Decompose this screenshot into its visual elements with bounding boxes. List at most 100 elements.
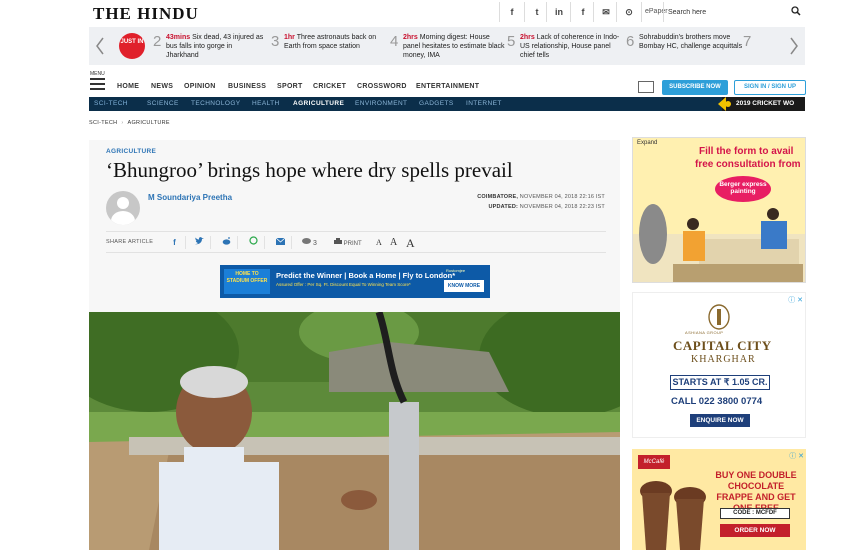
article-updated: UPDATED: NOVEMBER 04, 2018 22:23 IST [488,204,605,210]
frappe-cups-image [640,481,706,550]
breadcrumb-sci-tech[interactable]: SCI-TECH [89,120,117,126]
article-headline: ‘Bhungroo’ brings hope where dry spells … [106,158,513,182]
app-icon[interactable]: ⊙ [616,2,641,22]
section-subnav [89,97,735,111]
ad-know-more-button[interactable]: KNOW MORE [444,280,484,292]
ticker-headline: Three astronauts back on Earth from spac… [284,34,377,50]
subnav-internet[interactable]: INTERNET [466,100,502,107]
subnav-gadgets[interactable]: GADGETS [419,100,454,107]
flipboard-icon[interactable]: f [570,2,595,22]
news-ticker: JUST IN 2 43mins Six dead, 43 injured as… [89,27,805,65]
cricket-tag-label: 2019 CRICKET WO [736,100,795,107]
ad-choices-icon[interactable]: ⓘ ✕ [789,451,804,461]
ad2-enquire-button[interactable]: ENQUIRE NOW [690,414,750,427]
ad-choices-icon[interactable]: ⓘ ✕ [788,295,803,305]
breadcrumb-agriculture[interactable]: AGRICULTURE [128,120,170,126]
print-icon [334,238,342,244]
sidebar-ad-berger[interactable]: Expand Fill the form to avail free consu… [632,137,806,283]
ticker-item[interactable]: 2 43mins Six dead, 43 injured as bus fal… [153,31,273,63]
author-name[interactable]: M Soundariya Preetha [148,193,232,202]
nav-news[interactable]: NEWS [151,83,173,90]
font-size-medium[interactable]: A [390,237,397,248]
ticker-number: 5 [507,33,516,50]
menu-label: MENU [90,71,105,77]
share-whatsapp-icon[interactable] [243,236,265,249]
nav-business[interactable]: BUSINESS [228,83,266,90]
ticker-number: 2 [153,33,162,50]
comments-link[interactable]: 3 [302,238,317,247]
epaper-icon[interactable] [638,81,654,93]
subscribe-button[interactable]: SUBSCRIBE NOW [662,80,728,95]
signin-button[interactable]: SIGN IN / SIGN UP [734,80,806,95]
ad2-phone: CALL 022 3800 0774 [671,396,763,407]
ticker-item[interactable]: 6 Sohrabuddin's brothers move Bombay HC,… [626,31,746,63]
hamburger-menu-icon[interactable] [90,78,105,90]
share-twitter-icon[interactable] [189,236,211,249]
font-size-large[interactable]: A [406,236,415,251]
ad3-order-button[interactable]: ORDER NOW [720,524,790,537]
dateline-date: NOVEMBER 04, 2018 22:16 IST [519,194,605,200]
ticker-item[interactable]: 3 1hr Three astronauts back on Earth fro… [271,31,389,63]
ad1-line1: Fill the form to avail [699,146,794,157]
ticker-number: 7 [743,33,752,50]
ticker-number: 3 [271,33,280,50]
ad1-illustration [633,204,805,282]
ticker-item[interactable]: 4 2hrs Morning digest: House panel hesit… [390,31,508,63]
search-input[interactable] [668,5,778,19]
updated-date: NOVEMBER 04, 2018 22:23 IST [519,204,605,210]
updated-label: UPDATED: [488,204,519,210]
article-section-label[interactable]: AGRICULTURE [106,148,156,155]
ticker-time: 2hrs [520,34,535,41]
font-size-small[interactable]: A [376,238,382,247]
cricket-world-cup-tag[interactable]: 2019 CRICKET WO [718,97,805,111]
search-icon[interactable] [791,6,801,16]
linkedin-icon[interactable]: in [546,2,571,22]
mccafe-logo: McCafé [638,455,670,469]
ticker-prev-button[interactable] [89,27,111,65]
subnav-agriculture[interactable]: AGRICULTURE [293,100,344,107]
ad-headline: Predict the Winner | Book a Home | Fly t… [276,271,456,280]
capital-city-logo [708,304,730,330]
nav-sport[interactable]: SPORT [277,83,303,90]
article-dateline: COIMBATORE, NOVEMBER 04, 2018 22:16 IST [477,194,605,200]
just-in-badge: JUST IN [119,33,145,59]
share-email-icon[interactable] [270,236,292,249]
ad-close-icon[interactable]: ✕ [480,265,490,273]
nav-entertainment[interactable]: ENTERTAINMENT [416,83,479,90]
ticker-item[interactable]: 7 [743,31,773,63]
sidebar-ad-mccafe[interactable]: ⓘ ✕ McCafé BUY ONE DOUBLE CHOCOLATE FRAP… [632,449,806,550]
ad-subtext: Assured Offer : Per Sq. Ft. Discount Equ… [276,282,411,287]
page: THE HINDU f t in f ✉ ⊙ ePaper JUST IN 2 … [0,0,850,550]
comment-icon [302,238,311,244]
ticker-item[interactable]: 5 2hrs Lack of coherence in Indo-US rela… [507,31,625,63]
print-label: PRINT [343,241,362,247]
nav-crossword[interactable]: CROSSWORD [357,83,407,90]
share-bar: SHARE ARTICLE f 3 PRINT A A A [106,231,606,253]
chevron-right-icon [790,37,798,55]
ad1-line2: free consultation from [695,159,801,170]
search-box [663,2,805,22]
site-logo[interactable]: THE HINDU [93,4,199,24]
ticker-headline: Lack of coherence in Indo-US relationshi… [520,34,620,59]
print-button[interactable]: PRINT [334,238,362,247]
facebook-icon[interactable]: f [499,2,524,22]
inline-ad-banner[interactable]: HOME TO STADIUM OFFER Predict the Winner… [220,265,490,298]
breadcrumb: SCI-TECH › AGRICULTURE [89,120,170,126]
share-facebook-icon[interactable]: f [164,236,186,249]
nav-home[interactable]: HOME [117,83,139,90]
subnav-technology[interactable]: TECHNOLOGY [191,100,241,107]
ticker-next-button[interactable] [783,27,805,65]
subnav-environment[interactable]: ENVIRONMENT [355,100,407,107]
subnav-sci-tech[interactable]: SCI-TECH [94,100,128,107]
author-avatar[interactable] [106,191,140,225]
ad-expand-link[interactable]: Expand [637,140,657,146]
email-icon[interactable]: ✉ [593,2,618,22]
ad2-developer: ASHIANA GROUP [685,330,724,335]
subnav-science[interactable]: SCIENCE [147,100,179,107]
share-reddit-icon[interactable] [216,236,238,249]
subnav-health[interactable]: HEALTH [252,100,280,107]
nav-opinion[interactable]: OPINION [184,83,216,90]
article-photo [89,312,620,550]
nav-cricket[interactable]: CRICKET [313,83,346,90]
sidebar-ad-capital-city[interactable]: ⓘ ✕ ASHIANA GROUP CAPITAL CITY KHARGHAR … [632,292,806,438]
